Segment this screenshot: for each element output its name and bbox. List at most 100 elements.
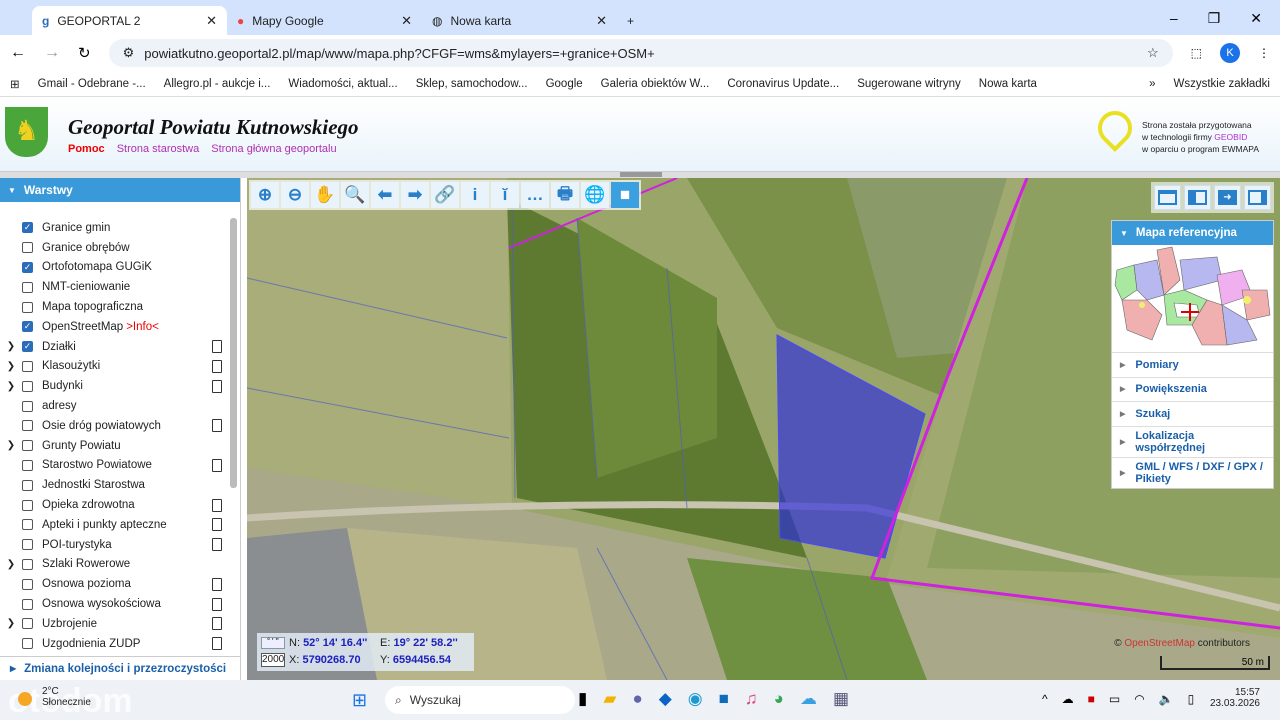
expand-chevron-icon[interactable]: ❯ <box>0 361 22 372</box>
help-link[interactable]: Pomoc <box>68 143 105 155</box>
teams-icon[interactable]: ● <box>632 689 642 709</box>
layer-checkbox[interactable] <box>22 618 33 630</box>
icloud-icon[interactable]: ☁ <box>800 689 817 709</box>
layer-item[interactable]: Apteki i punkty apteczne <box>0 515 240 535</box>
forward-tool-button[interactable]: ➡ <box>401 182 429 208</box>
chevron-up-icon[interactable]: ^ <box>1042 692 1048 706</box>
layer-checkbox[interactable] <box>22 380 33 392</box>
layer-item[interactable]: Granice obrębów <box>0 238 240 258</box>
reference-panel-item[interactable]: ▶ GML / WFS / DXF / GPX / Pikiety <box>1112 456 1273 488</box>
measure-tool-button[interactable]: … <box>521 182 549 208</box>
osm-link[interactable]: OpenStreetMap <box>1124 638 1195 649</box>
reference-panel-item[interactable]: ▶ Powiększenia <box>1112 376 1273 402</box>
globe-tool-button[interactable]: 🌐 <box>581 182 609 208</box>
store-icon[interactable]: ■ <box>719 689 729 709</box>
layer-checkbox[interactable] <box>22 301 33 313</box>
expand-chevron-icon[interactable]: ❯ <box>0 381 22 392</box>
legend-document-icon[interactable] <box>212 617 222 631</box>
layer-item[interactable]: Jednostki Starostwa <box>0 475 240 495</box>
start-icon[interactable]: ⊞ <box>352 690 367 711</box>
avatar[interactable]: K <box>1220 43 1240 63</box>
cloud-icon[interactable]: ☁ <box>1062 692 1074 706</box>
layer-checkbox[interactable] <box>22 242 33 254</box>
layer-item[interactable]: Mapa topograficzna <box>0 297 240 317</box>
bookmark[interactable]: Galeria obiektów W... <box>601 78 710 90</box>
layer-checkbox[interactable]: ✓ <box>22 341 33 353</box>
layer-item[interactable]: Starostwo Powiatowe <box>0 456 240 476</box>
wifi-icon[interactable]: ◠ <box>1134 692 1144 706</box>
bookmark[interactable]: Sugerowane witryny <box>857 78 961 90</box>
tab-geoportal[interactable]: g GEOPORTAL 2 ✕ <box>32 6 227 35</box>
more-bookmarks-icon[interactable]: » <box>1149 78 1155 90</box>
extensions-icon[interactable]: ⬚ <box>1191 46 1202 60</box>
tab-google-maps[interactable]: ● Mapy Google ✕ <box>227 6 422 35</box>
coord-format-button[interactable]: ° ' '' <box>261 637 285 649</box>
restore-icon[interactable]: ❐ <box>1208 10 1221 27</box>
minimize-icon[interactable]: – <box>1170 10 1178 27</box>
site-info-icon[interactable]: ⚙ <box>123 45 135 61</box>
bookmark[interactable]: Wiadomości, aktual... <box>288 78 397 90</box>
menu-icon[interactable]: ⋮ <box>1258 46 1270 60</box>
layer-item[interactable]: ❯ Grunty Powiatu <box>0 436 240 456</box>
bookmark[interactable]: Sklep, samochodow... <box>416 78 528 90</box>
legend-document-icon[interactable] <box>212 597 222 611</box>
right-panel-button[interactable] <box>1244 185 1271 210</box>
layer-checkbox[interactable] <box>22 400 33 412</box>
edge-icon[interactable]: ◉ <box>688 689 703 709</box>
chrome-icon[interactable]: ◕ <box>774 689 784 709</box>
back-icon[interactable]: ← <box>10 44 26 62</box>
full-window-button[interactable] <box>1154 185 1181 210</box>
apps-icon[interactable]: ⊞ <box>10 77 20 91</box>
close-icon[interactable]: ✕ <box>206 13 217 29</box>
bookmark[interactable]: Coronavirus Update... <box>727 78 839 90</box>
clock[interactable]: 15:57 23.03.2026 <box>1210 687 1260 709</box>
layer-item[interactable]: ❯ Uzbrojenie <box>0 614 240 634</box>
reference-panel-item[interactable]: ▶ Lokalizacja współrzędnej <box>1112 425 1273 457</box>
coord-system-button[interactable]: 2000 <box>261 653 285 667</box>
layer-checkbox[interactable] <box>22 459 33 471</box>
layer-item[interactable]: ❯ Klasoużytki <box>0 357 240 377</box>
layer-item[interactable]: Osie dróg powiatowych <box>0 416 240 436</box>
layer-info-link[interactable]: >Info< <box>126 321 159 333</box>
layer-item[interactable]: Osnowa pozioma <box>0 574 240 594</box>
layer-item[interactable]: ❯ Budynki <box>0 376 240 396</box>
new-tab-button[interactable]: + <box>617 6 647 35</box>
scrollbar[interactable] <box>230 218 237 488</box>
legend-document-icon[interactable] <box>212 518 222 532</box>
display-icon[interactable]: ▭ <box>1109 692 1120 706</box>
speaker-icon[interactable]: 🔈 <box>1159 692 1174 706</box>
url-input[interactable]: ⚙ powiatkutno.geoportal2.pl/map/www/mapa.… <box>108 39 1173 67</box>
zoom-out-tool-button[interactable]: ⊖ <box>281 182 309 208</box>
reference-map-header[interactable]: ▼ Mapa referencyjna <box>1112 221 1273 245</box>
expand-chevron-icon[interactable]: ❯ <box>0 618 22 629</box>
geoportal-home-link[interactable]: Strona główna geoportalu <box>211 143 336 155</box>
zoom-in-tool-button[interactable]: ⊕ <box>251 182 279 208</box>
print-tool-button[interactable]: 🖶 <box>551 182 579 208</box>
app-tray-icon[interactable]: ■ <box>1088 692 1095 706</box>
toggle-panel-button[interactable]: ➜ <box>1214 185 1241 210</box>
layer-checkbox[interactable] <box>22 539 33 551</box>
close-window-icon[interactable]: ✕ <box>1250 10 1262 27</box>
legend-document-icon[interactable] <box>212 379 222 393</box>
bookmark[interactable]: Nowa karta <box>979 78 1037 90</box>
camera-tool-button[interactable]: ■ <box>611 182 639 208</box>
layer-checkbox[interactable] <box>22 519 33 531</box>
left-panel-button[interactable] <box>1184 185 1211 210</box>
legend-document-icon[interactable] <box>212 637 222 651</box>
expand-chevron-icon[interactable]: ❯ <box>0 341 22 352</box>
resize-handle[interactable] <box>620 172 662 177</box>
bookmark-star-icon[interactable]: ☆ <box>1147 45 1159 61</box>
back-tool-button[interactable]: ⬅ <box>371 182 399 208</box>
weather-widget[interactable]: 2°C Słonecznie <box>42 686 91 708</box>
outlook-icon[interactable]: ◆ <box>659 689 672 709</box>
starostwo-link[interactable]: Strona starostwa <box>117 143 200 155</box>
layers-header[interactable]: ▼ Warstwy <box>0 178 240 202</box>
info-select-tool-button[interactable]: ĭ <box>491 182 519 208</box>
expand-chevron-icon[interactable]: ❯ <box>0 440 22 451</box>
layer-checkbox[interactable] <box>22 558 33 570</box>
layer-item[interactable]: Uzgodnienia ZUDP <box>0 634 240 654</box>
layer-item[interactable]: POI-turystyka <box>0 535 240 555</box>
layer-checkbox[interactable]: ✓ <box>22 261 33 273</box>
forward-icon[interactable]: → <box>44 44 60 62</box>
close-icon[interactable]: ✕ <box>596 13 607 29</box>
